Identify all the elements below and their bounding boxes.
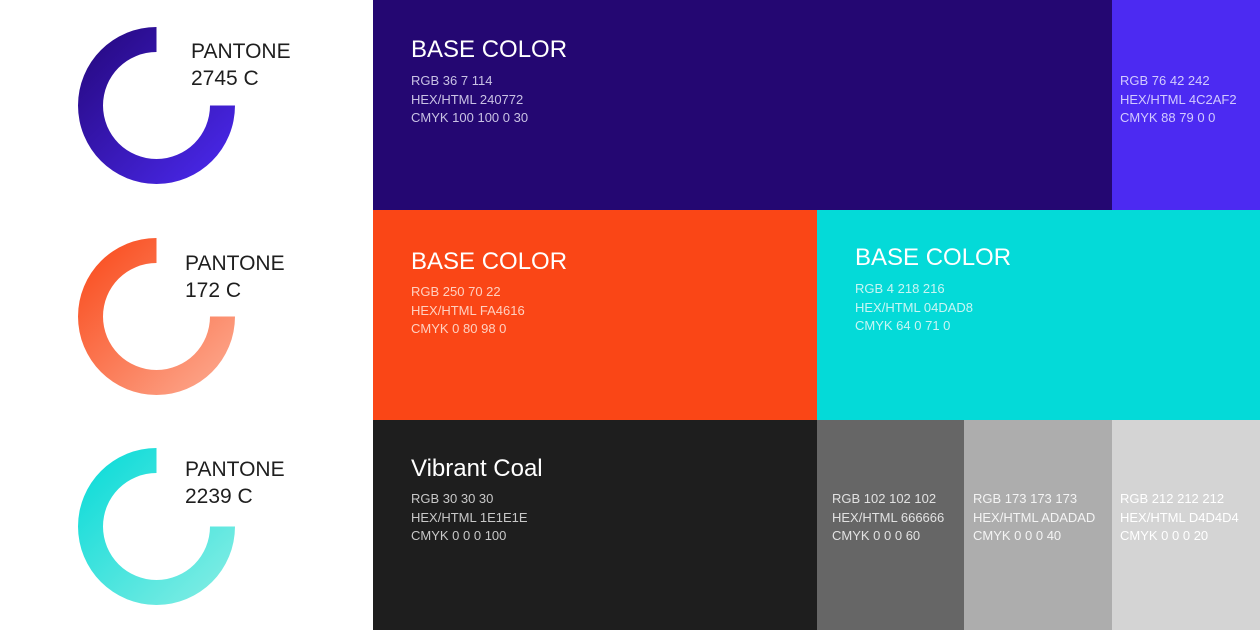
cmyk-value: CMYK 0 0 0 60 — [832, 528, 921, 543]
pantone-entry-2239c: PANTONE 2239 C — [0, 420, 373, 630]
hex-value: HEX/HTML 240772 — [411, 91, 524, 107]
pantone-label-line2: 2745 C — [191, 67, 259, 90]
color-block-teal: BASE COLOR RGB 4 218 216 HEX/HTML 04DAD8… — [817, 210, 1260, 420]
hex-value: HEX/HTML 1E1E1E — [411, 509, 528, 525]
rgb-value: RGB 76 42 242 — [1120, 73, 1210, 88]
rgb-value: RGB 212 212 212 — [1120, 491, 1225, 506]
block-title: BASE COLOR — [411, 36, 568, 63]
hex-value: HEX/HTML D4D4D4 — [1120, 509, 1239, 525]
block-specs: RGB 30 30 30 HEX/HTML 1E1E1E CMYK 0 0 0 … — [411, 490, 528, 546]
pantone-entry-172c: PANTONE 172 C — [0, 210, 373, 420]
pantone-label-line1: PANTONE — [185, 458, 285, 481]
pantone-label: PANTONE 2239 C — [185, 456, 285, 510]
block-specs: RGB 76 42 242 HEX/HTML 4C2AF2 CMYK 88 79… — [1120, 72, 1237, 128]
rgb-value: RGB 36 7 114 — [411, 73, 493, 88]
color-block-violet: RGB 76 42 242 HEX/HTML 4C2AF2 CMYK 88 79… — [1112, 0, 1260, 210]
cmyk-value: CMYK 0 0 0 100 — [411, 528, 507, 543]
rgb-value: RGB 30 30 30 — [411, 491, 494, 506]
cmyk-value: CMYK 0 0 0 40 — [973, 528, 1062, 543]
block-specs: RGB 173 173 173 HEX/HTML ADADAD CMYK 0 0… — [973, 490, 1095, 546]
pantone-label-line1: PANTONE — [185, 252, 285, 275]
block-specs: RGB 250 70 22 HEX/HTML FA4616 CMYK 0 80 … — [411, 283, 525, 339]
rgb-value: RGB 102 102 102 — [832, 491, 937, 506]
pantone-panel: PANTONE 2745 C PANTONE 172 C PANTONE 223… — [0, 0, 373, 630]
hex-value: HEX/HTML 04DAD8 — [855, 299, 973, 315]
color-block-gray-d4d4d4: RGB 212 212 212 HEX/HTML D4D4D4 CMYK 0 0… — [1112, 420, 1260, 630]
hex-value: HEX/HTML ADADAD — [973, 509, 1096, 525]
rgb-value: RGB 173 173 173 — [973, 491, 1078, 506]
pantone-label-line1: PANTONE — [191, 40, 291, 63]
cmyk-value: CMYK 0 0 0 20 — [1120, 528, 1209, 543]
cmyk-value: CMYK 88 79 0 0 — [1120, 110, 1216, 125]
color-block-coal: Vibrant Coal RGB 30 30 30 HEX/HTML 1E1E1… — [373, 420, 817, 630]
pantone-label-line2: 172 C — [185, 279, 242, 302]
block-specs: RGB 36 7 114 HEX/HTML 240772 CMYK 100 10… — [411, 72, 528, 128]
block-title: Vibrant Coal — [411, 455, 543, 482]
cmyk-value: CMYK 64 0 71 0 — [855, 318, 951, 333]
rgb-value: RGB 250 70 22 — [411, 284, 501, 299]
color-block-navy: BASE COLOR RGB 36 7 114 HEX/HTML 240772 … — [373, 0, 1112, 210]
pantone-entry-2745c: PANTONE 2745 C — [0, 0, 373, 210]
block-specs: RGB 4 218 216 HEX/HTML 04DAD8 CMYK 64 0 … — [855, 280, 973, 336]
color-block-gray-666666: RGB 102 102 102 HEX/HTML 666666 CMYK 0 0… — [817, 420, 964, 630]
block-specs: RGB 212 212 212 HEX/HTML D4D4D4 CMYK 0 0… — [1120, 490, 1239, 546]
block-specs: RGB 102 102 102 HEX/HTML 666666 CMYK 0 0… — [832, 490, 944, 546]
color-block-orange: BASE COLOR RGB 250 70 22 HEX/HTML FA4616… — [373, 210, 817, 420]
hex-value: HEX/HTML 666666 — [832, 509, 945, 525]
pantone-label: PANTONE 2745 C — [191, 38, 291, 92]
cmyk-value: CMYK 100 100 0 30 — [411, 110, 529, 125]
rgb-value: RGB 4 218 216 — [855, 281, 945, 296]
block-title: BASE COLOR — [411, 248, 568, 275]
hex-value: HEX/HTML FA4616 — [411, 302, 525, 318]
color-block-gray-adadad: RGB 173 173 173 HEX/HTML ADADAD CMYK 0 0… — [964, 420, 1112, 630]
hex-value: HEX/HTML 4C2AF2 — [1120, 91, 1237, 107]
cmyk-value: CMYK 0 80 98 0 — [411, 321, 507, 336]
pantone-label: PANTONE 172 C — [185, 250, 285, 304]
block-title: BASE COLOR — [855, 244, 1012, 271]
pantone-label-line2: 2239 C — [185, 485, 253, 508]
